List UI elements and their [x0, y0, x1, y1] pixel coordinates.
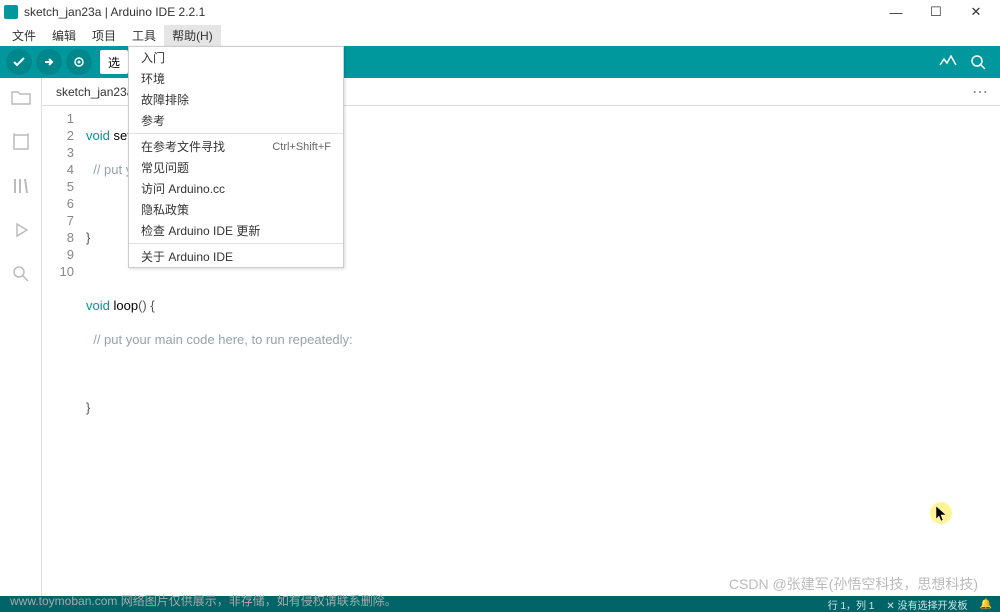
serial-plotter-icon[interactable]	[938, 52, 958, 72]
cursor-icon	[936, 506, 948, 525]
help-dropdown: 入门 环境 故障排除 参考 在参考文件寻找Ctrl+Shift+F 常见问题 访…	[128, 46, 344, 268]
menu-tools[interactable]: 工具	[124, 25, 164, 46]
menu-reference[interactable]: 参考	[129, 110, 343, 131]
notifications-icon[interactable]: 🔔	[980, 599, 992, 610]
debug-button[interactable]	[66, 49, 92, 75]
verify-button[interactable]	[6, 49, 32, 75]
serial-monitor-icon[interactable]	[968, 52, 988, 72]
divider	[129, 243, 343, 244]
watermark-author: CSDN @张建军(孙悟空科技，思想科技)	[729, 574, 978, 594]
divider	[129, 133, 343, 134]
minimize-button[interactable]: —	[876, 0, 916, 24]
line-gutter: 12345678910	[42, 110, 86, 596]
library-manager-icon[interactable]	[9, 174, 33, 198]
boards-manager-icon[interactable]	[9, 130, 33, 154]
menu-find-in-reference[interactable]: 在参考文件寻找Ctrl+Shift+F	[129, 136, 343, 157]
sidebar	[0, 78, 42, 596]
debug-icon[interactable]	[9, 218, 33, 242]
maximize-button[interactable]: ☐	[916, 0, 956, 24]
app-icon	[4, 5, 18, 19]
menu-check-updates[interactable]: 检查 Arduino IDE 更新	[129, 220, 343, 241]
menu-faq[interactable]: 常见问题	[129, 157, 343, 178]
folder-icon[interactable]	[9, 86, 33, 110]
upload-button[interactable]	[36, 49, 62, 75]
menu-getting-started[interactable]: 入门	[129, 47, 343, 68]
close-button[interactable]: ✕	[956, 0, 996, 24]
search-icon[interactable]	[9, 262, 33, 286]
menu-file[interactable]: 文件	[4, 25, 44, 46]
cursor-position: 行 1，列 1	[828, 597, 875, 612]
menu-edit[interactable]: 编辑	[44, 25, 84, 46]
board-selector[interactable]: 选	[100, 50, 128, 74]
menu-help[interactable]: 帮助(H)	[164, 25, 221, 46]
menu-visit-arduino[interactable]: 访问 Arduino.cc	[129, 178, 343, 199]
board-status[interactable]: ✕ 没有选择开发板	[886, 597, 967, 612]
menubar: 文件 编辑 项目 工具 帮助(H)	[0, 24, 1000, 46]
tab-overflow-icon[interactable]: ⋯	[972, 82, 1000, 102]
watermark-footer: www.toymoban.com 网络图片仅供展示，非存储，如有侵权请联系删除。	[10, 592, 397, 609]
menu-privacy[interactable]: 隐私政策	[129, 199, 343, 220]
window-title: sketch_jan23a | Arduino IDE 2.2.1	[24, 5, 876, 19]
menu-environment[interactable]: 环境	[129, 68, 343, 89]
menu-troubleshooting[interactable]: 故障排除	[129, 89, 343, 110]
menu-about[interactable]: 关于 Arduino IDE	[129, 246, 343, 267]
menu-sketch[interactable]: 项目	[84, 25, 124, 46]
